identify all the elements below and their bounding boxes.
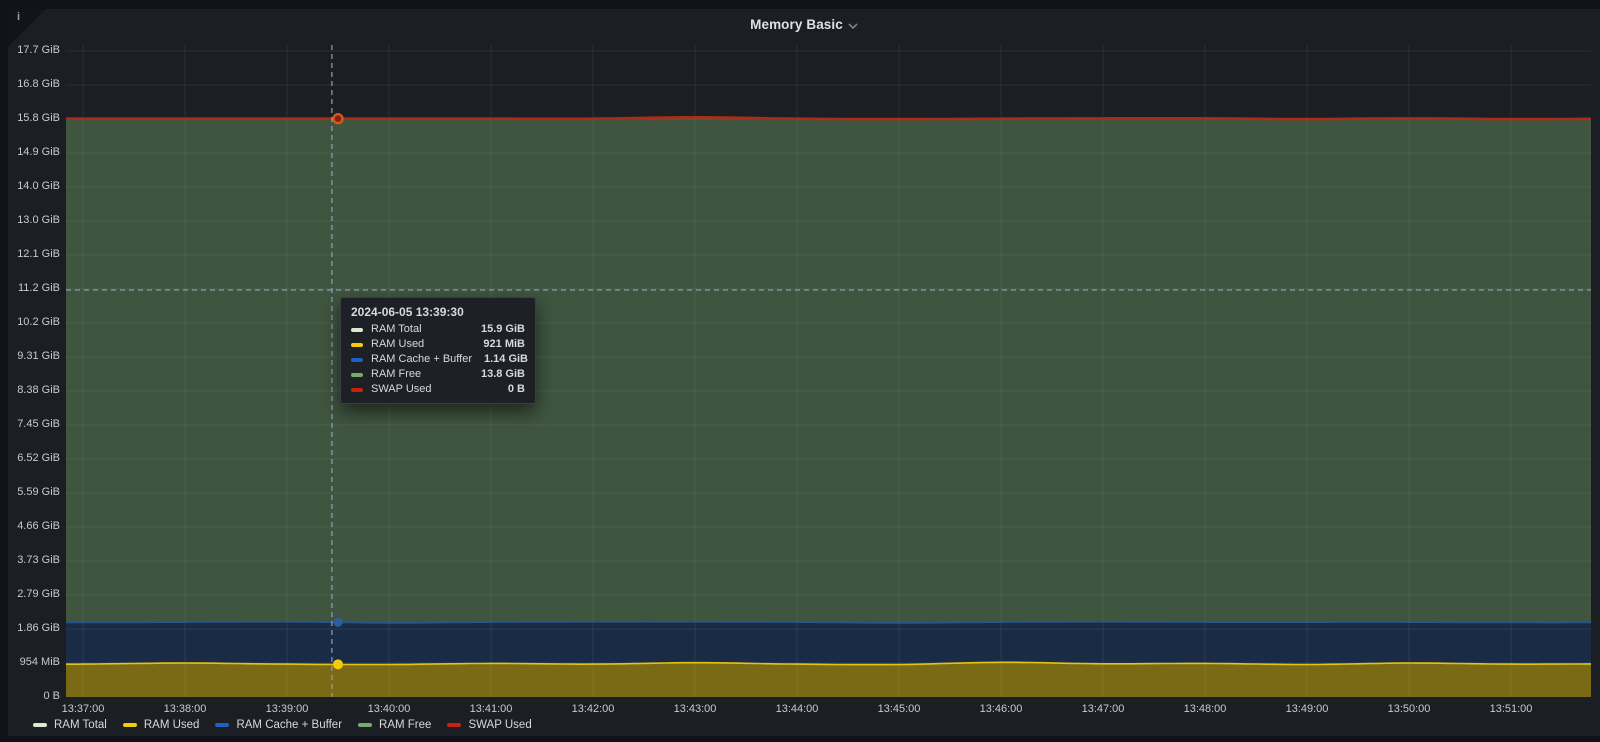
y-axis-tick-label: 5.59 GiB: [0, 486, 60, 498]
legend-label: RAM Free: [379, 719, 431, 731]
tooltip-swatch: [351, 373, 363, 377]
info-icon: i: [17, 11, 20, 23]
tooltip-row-ram-used: RAM Used 921 MiB: [351, 337, 525, 352]
tooltip-series-label: RAM Total: [371, 322, 469, 337]
tooltip-series-label: RAM Used: [371, 337, 471, 352]
tooltip-row-ram-free: RAM Free 13.8 GiB: [351, 367, 525, 382]
y-axis-tick-label: 0 B: [0, 690, 60, 702]
tooltip-row-ram-total: RAM Total 15.9 GiB: [351, 322, 525, 337]
tooltip-series-label: RAM Cache + Buffer: [371, 352, 472, 367]
x-axis-tick-label: 13:44:00: [752, 703, 842, 715]
tooltip-row-ram-cache-buffer: RAM Cache + Buffer 1.14 GiB: [351, 352, 525, 367]
y-axis-tick-label: 954 MiB: [0, 656, 60, 668]
y-axis-tick-label: 16.8 GiB: [0, 78, 60, 90]
y-axis-tick-label: 3.73 GiB: [0, 554, 60, 566]
y-axis-tick-label: 15.8 GiB: [0, 112, 60, 124]
x-axis-tick-label: 13:38:00: [140, 703, 230, 715]
panel-title: Memory Basic: [750, 17, 843, 32]
tooltip-series-value: 921 MiB: [483, 337, 525, 352]
tooltip-series-value: 0 B: [508, 382, 525, 397]
x-axis-tick-label: 13:37:00: [38, 703, 128, 715]
hover-tooltip: 2024-06-05 13:39:30 RAM Total15.9 GiBRAM…: [340, 297, 536, 404]
x-axis-tick-label: 13:43:00: [650, 703, 740, 715]
x-axis-tick-label: 13:50:00: [1364, 703, 1454, 715]
y-axis-tick-label: 12.1 GiB: [0, 248, 60, 260]
series-ram-cache-buffer-area: [66, 622, 1591, 665]
tooltip-series-value: 13.8 GiB: [481, 367, 525, 382]
y-axis-tick-label: 10.2 GiB: [0, 316, 60, 328]
x-axis-tick-label: 13:47:00: [1058, 703, 1148, 715]
legend-item-ram-cache-buffer[interactable]: RAM Cache + Buffer: [215, 719, 342, 731]
hover-marker-ram-used: [333, 659, 343, 669]
panel-title-button[interactable]: Memory Basic: [8, 9, 1600, 39]
x-axis-tick-label: 13:42:00: [548, 703, 638, 715]
tooltip-series-value: 15.9 GiB: [481, 322, 525, 337]
hover-marker-swap-used: [334, 114, 343, 123]
x-axis-tick-label: 13:45:00: [854, 703, 944, 715]
tooltip-series-value: 1.14 GiB: [484, 352, 528, 367]
y-axis-tick-label: 11.2 GiB: [0, 282, 60, 294]
hover-marker-ram-cache-buffer: [334, 618, 343, 627]
series-ram-free-area: [66, 117, 1591, 623]
legend: RAM Total RAM Used RAM Cache + Buffer RAM F…: [33, 719, 532, 731]
legend-swatch: [215, 723, 229, 727]
y-axis-tick-label: 14.9 GiB: [0, 146, 60, 158]
y-axis-tick-label: 13.0 GiB: [0, 214, 60, 226]
legend-swatch: [358, 723, 372, 727]
tooltip-timestamp: 2024-06-05 13:39:30: [351, 304, 525, 320]
series-ram-used-area: [66, 662, 1591, 697]
tooltip-swatch: [351, 343, 363, 347]
x-axis-tick-label: 13:51:00: [1466, 703, 1556, 715]
y-axis-tick-label: 7.45 GiB: [0, 418, 60, 430]
tooltip-swatch: [351, 388, 363, 392]
y-axis-tick-label: 6.52 GiB: [0, 452, 60, 464]
legend-label: SWAP Used: [468, 719, 531, 731]
legend-swatch: [123, 723, 137, 727]
legend-label: RAM Total: [54, 719, 107, 731]
y-axis-tick-label: 9.31 GiB: [0, 350, 60, 362]
chart-canvas[interactable]: [66, 45, 1591, 697]
x-axis-tick-label: 13:46:00: [956, 703, 1046, 715]
legend-swatch: [33, 723, 47, 727]
x-axis-tick-label: 13:49:00: [1262, 703, 1352, 715]
y-axis-tick-label: 14.0 GiB: [0, 180, 60, 192]
chevron-down-icon: [848, 23, 858, 29]
legend-item-ram-used[interactable]: RAM Used: [123, 719, 200, 731]
y-axis-tick-label: 1.86 GiB: [0, 622, 60, 634]
tooltip-swatch: [351, 328, 363, 332]
legend-item-swap-used[interactable]: SWAP Used: [447, 719, 531, 731]
x-axis-tick-label: 13:48:00: [1160, 703, 1250, 715]
tooltip-series-label: SWAP Used: [371, 382, 496, 397]
x-axis-tick-label: 13:40:00: [344, 703, 434, 715]
x-axis-tick-label: 13:41:00: [446, 703, 536, 715]
legend-label: RAM Used: [144, 719, 200, 731]
y-axis-tick-label: 4.66 GiB: [0, 520, 60, 532]
info-corner-triangle: [8, 9, 46, 47]
panel-info-corner[interactable]: i: [8, 9, 46, 47]
legend-label: RAM Cache + Buffer: [236, 719, 342, 731]
legend-swatch: [447, 723, 461, 727]
legend-item-ram-total[interactable]: RAM Total: [33, 719, 107, 731]
x-axis-tick-label: 13:39:00: [242, 703, 332, 715]
legend-item-ram-free[interactable]: RAM Free: [358, 719, 431, 731]
series-swap-used-line: [66, 117, 1591, 119]
y-axis-tick-label: 2.79 GiB: [0, 588, 60, 600]
y-axis-tick-label: 8.38 GiB: [0, 384, 60, 396]
tooltip-swatch: [351, 358, 363, 362]
tooltip-row-swap-used: SWAP Used 0 B: [351, 382, 525, 397]
tooltip-series-label: RAM Free: [371, 367, 469, 382]
